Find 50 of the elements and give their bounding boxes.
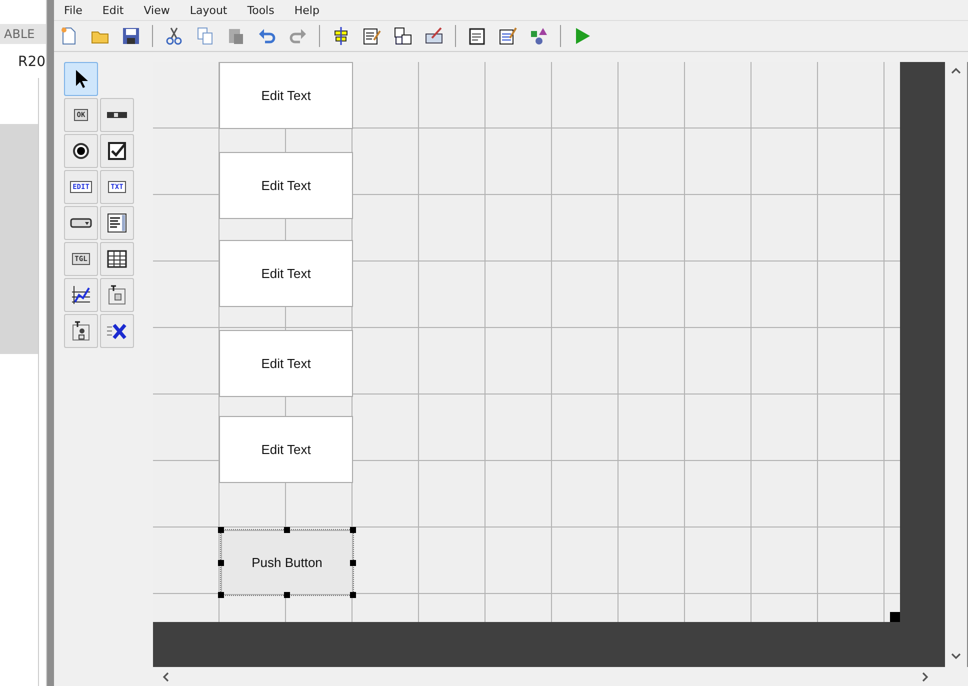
resize-handle[interactable] xyxy=(218,592,224,598)
push-button[interactable]: Push Button xyxy=(221,530,353,595)
edit-text-box[interactable]: Edit Text xyxy=(219,152,353,219)
tab[interactable]: ABLE xyxy=(0,24,46,44)
palette-tool[interactable] xyxy=(64,314,98,348)
save-icon xyxy=(121,26,141,46)
palette-tool[interactable] xyxy=(100,98,134,132)
resize-handle[interactable] xyxy=(350,527,356,533)
resize-handle[interactable] xyxy=(284,527,290,533)
edit-text-box[interactable]: Edit Text xyxy=(219,330,353,397)
menu-item[interactable]: Help xyxy=(294,4,320,16)
scroll-up-icon xyxy=(950,66,962,76)
resize-handle[interactable] xyxy=(890,612,900,622)
panel-icon xyxy=(106,284,128,306)
redo-icon xyxy=(288,26,308,46)
label: R20 xyxy=(17,54,46,70)
menu-item[interactable]: Layout xyxy=(190,4,228,16)
shapes-icon xyxy=(529,26,549,46)
edit-text-box[interactable]: Edit Text xyxy=(219,62,353,129)
scroll-left-icon xyxy=(161,670,171,682)
copy-icon xyxy=(195,26,215,46)
palette-tool[interactable] xyxy=(100,242,134,276)
menu-item[interactable]: View xyxy=(144,4,170,16)
axes-icon xyxy=(70,284,92,306)
palette-tool[interactable] xyxy=(100,134,134,168)
scroll-down-icon xyxy=(950,651,962,661)
radio-button-icon xyxy=(70,140,92,162)
edit-text-box[interactable]: Edit Text xyxy=(219,240,353,307)
scroll-right-icon xyxy=(920,670,930,682)
resize-handle[interactable] xyxy=(350,592,356,598)
table-icon xyxy=(106,248,128,270)
paste-icon xyxy=(226,26,246,46)
palette-tool[interactable] xyxy=(64,278,98,312)
palette-tool[interactable] xyxy=(100,206,134,240)
listbox-icon xyxy=(106,212,128,234)
menu-item[interactable]: Edit xyxy=(102,4,124,16)
menu-item[interactable]: File xyxy=(64,4,82,16)
palette-tool[interactable] xyxy=(64,134,98,168)
scissors-icon xyxy=(164,26,184,46)
button-group-icon xyxy=(70,320,92,342)
palette-tool[interactable] xyxy=(64,206,98,240)
slider-icon xyxy=(107,112,127,118)
palette-tool[interactable] xyxy=(100,314,134,348)
edit-text-box[interactable]: Edit Text xyxy=(219,416,353,483)
document-pen-icon xyxy=(362,26,382,46)
checkbox-icon xyxy=(106,140,128,162)
resize-handle[interactable] xyxy=(218,527,224,533)
menu-item[interactable]: Tools xyxy=(247,4,274,16)
resize-handle[interactable] xyxy=(284,592,290,598)
palette-tool[interactable] xyxy=(64,62,98,96)
